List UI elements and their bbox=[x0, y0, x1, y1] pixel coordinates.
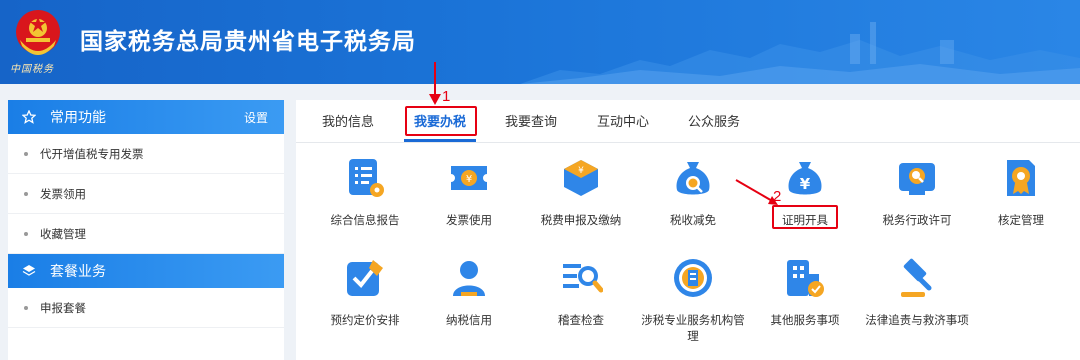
sidebar-item-label: 申报套餐 bbox=[40, 300, 86, 315]
function-label: 预约定价安排 bbox=[330, 313, 400, 327]
function-label: 法律追责与救济事项 bbox=[865, 313, 969, 327]
tab-query[interactable]: 我要查询 bbox=[505, 111, 557, 130]
function-report[interactable]: 综合信息报告 bbox=[310, 156, 420, 228]
tab-public-service[interactable]: 公众服务 bbox=[688, 111, 740, 130]
sidebar-item-label: 发票领用 bbox=[40, 186, 86, 201]
person-icon bbox=[453, 261, 485, 296]
institution-seal-icon bbox=[674, 259, 712, 297]
common-functions-header: 常用功能 设置 bbox=[8, 100, 284, 134]
settings-link[interactable]: 设置 bbox=[244, 109, 268, 126]
report-doc-icon bbox=[349, 159, 384, 197]
bullet-icon bbox=[24, 231, 28, 236]
svg-text:¥: ¥ bbox=[800, 175, 811, 193]
sidebar-item-declare-package[interactable]: 申报套餐 bbox=[8, 288, 284, 328]
function-agency-management[interactable]: 涉税专业服务机构管理 bbox=[638, 256, 748, 344]
bullet-icon bbox=[24, 151, 28, 156]
function-label: 发票使用 bbox=[446, 213, 492, 227]
sidebar-item-label: 代开增值税专用发票 bbox=[40, 146, 144, 161]
highlight-box-tab bbox=[405, 106, 477, 136]
sidebar-item-special-invoice[interactable]: 代开增值税专用发票 bbox=[8, 134, 284, 174]
function-label: 综合信息报告 bbox=[330, 213, 400, 227]
function-label: 税收减免 bbox=[670, 213, 716, 227]
function-label: 税务行政许可 bbox=[882, 213, 952, 227]
function-label: 其他服务事项 bbox=[770, 313, 840, 327]
sidebar-item-invoice-claim[interactable]: 发票领用 bbox=[8, 174, 284, 214]
gavel-icon bbox=[901, 258, 932, 297]
function-label: 纳税信用 bbox=[446, 313, 492, 327]
package-business-header[interactable]: 套餐业务 bbox=[8, 254, 284, 288]
sidebar-item-favorites[interactable]: 收藏管理 bbox=[8, 214, 284, 254]
highlight-box-certificate bbox=[772, 205, 838, 229]
svg-text:¥: ¥ bbox=[578, 166, 584, 176]
package-business-title: 套餐业务 bbox=[50, 264, 106, 280]
function-declare-pay[interactable]: ¥ 税费申报及缴纳 bbox=[526, 156, 636, 228]
ticket-icon: ¥ bbox=[451, 166, 487, 190]
site-header: 中国税务 国家税务总局贵州省电子税务局 bbox=[0, 0, 1080, 84]
money-bag-search-icon bbox=[676, 162, 710, 195]
list-magnifier-icon bbox=[563, 264, 604, 293]
landmark-decoration bbox=[520, 22, 1080, 84]
common-functions-title: 常用功能 bbox=[50, 110, 106, 126]
svg-text:¥: ¥ bbox=[466, 174, 472, 185]
function-label: 核定管理 bbox=[998, 213, 1044, 227]
function-assessment[interactable]: 核定管理 bbox=[966, 156, 1076, 228]
emblem-caption: 中国税务 bbox=[10, 64, 54, 75]
function-label: 涉税专业服务机构管理 bbox=[641, 313, 745, 343]
function-label: 税费申报及缴纳 bbox=[540, 213, 622, 227]
annotation-number-2: 2 bbox=[773, 188, 782, 205]
star-icon bbox=[22, 110, 36, 124]
monitor-search-icon bbox=[899, 163, 935, 195]
function-pricing-arrangement[interactable]: 预约定价安排 bbox=[310, 256, 420, 328]
sidebar-item-label: 收藏管理 bbox=[40, 226, 86, 241]
layers-icon bbox=[22, 264, 36, 278]
function-administrative-license[interactable]: 税务行政许可 bbox=[862, 156, 972, 228]
function-inspection[interactable]: 稽查检查 bbox=[526, 256, 636, 328]
yuan-box-icon: ¥ bbox=[564, 160, 598, 196]
annotation-number-1: 1 bbox=[442, 88, 451, 105]
check-pen-icon bbox=[347, 260, 383, 296]
active-tab-indicator bbox=[404, 139, 476, 142]
tab-my-info[interactable]: 我的信息 bbox=[322, 111, 374, 130]
sidebar: 常用功能 设置 代开增值税专用发票 发票领用 收藏管理 套餐业务 申报套餐 bbox=[8, 100, 284, 360]
function-tax-relief[interactable]: 税收减免 bbox=[638, 156, 748, 228]
site-title: 国家税务总局贵州省电子税务局 bbox=[80, 29, 416, 55]
tab-interaction[interactable]: 互动中心 bbox=[597, 111, 649, 130]
function-tax-credit[interactable]: 纳税信用 bbox=[414, 256, 524, 328]
function-other-services[interactable]: 其他服务事项 bbox=[750, 256, 860, 328]
function-legal-relief[interactable]: 法律追责与救济事项 bbox=[862, 256, 972, 328]
main-panel: 我的信息 我要办税 我要查询 互动中心 公众服务 综合信息报告 ¥ 发票使用 ¥ bbox=[296, 100, 1080, 360]
function-invoice-use[interactable]: ¥ 发票使用 bbox=[414, 156, 524, 228]
building-check-icon bbox=[787, 260, 824, 297]
tax-emblem-icon bbox=[16, 10, 60, 55]
money-bag-yuan-icon: ¥ bbox=[788, 162, 822, 195]
bullet-icon bbox=[24, 305, 28, 310]
certificate-icon bbox=[1007, 160, 1035, 196]
bullet-icon bbox=[24, 191, 28, 196]
function-label: 稽查检查 bbox=[558, 313, 604, 327]
